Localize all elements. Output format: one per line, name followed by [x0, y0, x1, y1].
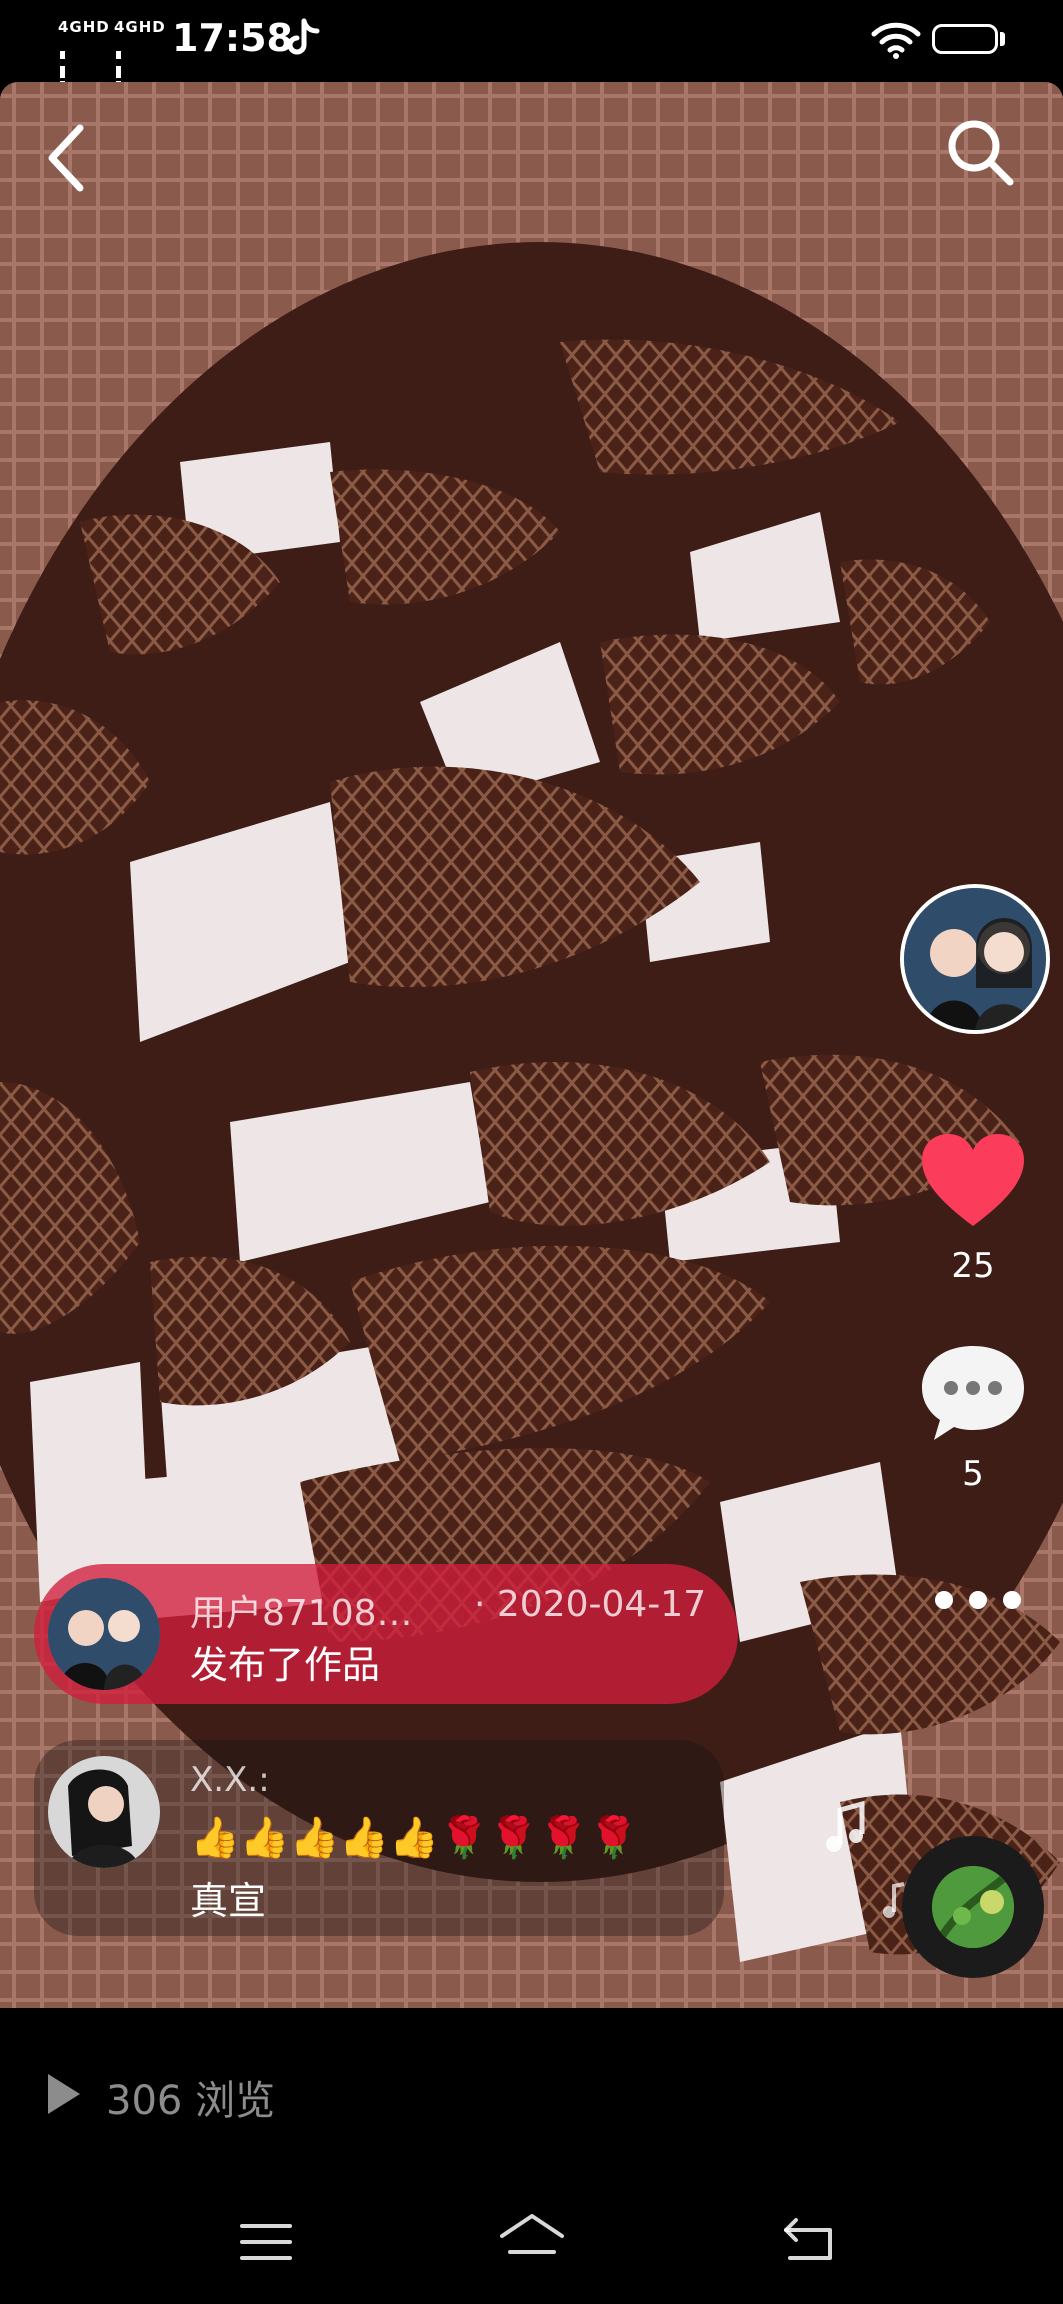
publisher-name[interactable]: 用户87108…: [190, 1584, 413, 1636]
music-cover-image: [932, 1866, 1014, 1948]
more-options-button[interactable]: [928, 1580, 1028, 1620]
commenter-name: X.X.:: [190, 1760, 270, 1800]
play-icon: [48, 2074, 80, 2114]
battery-tip: [1000, 32, 1005, 46]
network-label-2: 4GHD: [114, 18, 166, 36]
search-button[interactable]: [940, 112, 1020, 192]
battery-indicator: 85: [932, 24, 998, 54]
post-media[interactable]: 25 5 用户87108… · 2020-04-17 发布了作品 X.X.: 👍…: [0, 82, 1063, 2008]
network-label-1: 4GHD: [58, 18, 110, 36]
commenter-avatar[interactable]: [48, 1756, 160, 1868]
music-note-icon: [826, 1800, 865, 1852]
comment-button[interactable]: [918, 1340, 1028, 1444]
return-icon[interactable]: [780, 2214, 840, 2266]
view-count: 306 浏览: [106, 2078, 276, 2124]
morel-mushroom-photo: [0, 82, 1063, 2008]
publish-action-text: 发布了作品: [190, 1643, 381, 1687]
author-avatar[interactable]: [900, 884, 1050, 1034]
comment-emojis: 👍👍👍👍👍🌹🌹🌹🌹: [190, 1815, 639, 1861]
clock: 17:58: [172, 16, 293, 60]
menu-icon[interactable]: [238, 2220, 294, 2264]
featured-comment[interactable]: X.X.: 👍👍👍👍👍🌹🌹🌹🌹 真宣: [34, 1740, 724, 1936]
back-button[interactable]: [40, 118, 100, 198]
publish-date: · 2020-04-17: [474, 1584, 707, 1625]
commenter-avatar-image: [48, 1756, 160, 1868]
music-cover: [932, 1866, 1014, 1948]
tiktok-icon: [287, 18, 320, 55]
like-button[interactable]: [918, 1130, 1028, 1230]
publish-notice[interactable]: 用户87108… · 2020-04-17 发布了作品: [34, 1564, 738, 1704]
wifi-icon: [871, 22, 921, 59]
publisher-avatar-image: [48, 1578, 160, 1690]
like-count: 25: [951, 1246, 995, 1286]
status-bar: 4GHD 4GHD 17:58 85: [0, 0, 1063, 117]
comment-count: 5: [962, 1454, 984, 1494]
music-disc-button[interactable]: [902, 1836, 1044, 1978]
comment-text: 真宣: [190, 1879, 267, 1923]
publisher-avatar[interactable]: [48, 1578, 160, 1690]
system-nav-bar: [0, 2184, 1063, 2304]
home-icon[interactable]: [496, 2212, 568, 2268]
battery-level: 85: [951, 28, 979, 50]
